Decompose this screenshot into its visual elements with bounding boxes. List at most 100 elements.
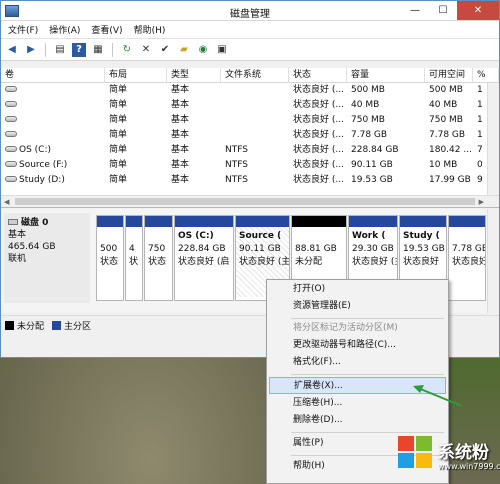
cell-free-space: 40 MB <box>429 100 458 110</box>
cell-status: 状态良好 (... <box>293 160 344 170</box>
forward-icon[interactable]: ▶ <box>24 43 38 57</box>
cell-capacity: 228.84 GB <box>351 145 399 155</box>
maximize-button[interactable]: ☐ <box>429 1 457 20</box>
partition-block[interactable]: 7.78 GB 状态良好 <box>448 215 486 301</box>
scroll-left-icon[interactable]: ◀ <box>4 198 9 206</box>
table-row[interactable]: 简单 基本 状态良好 (... 40 MB 40 MB 1 <box>1 98 499 113</box>
cell-capacity: 7.78 GB <box>351 130 388 140</box>
properties-icon[interactable]: ▦ <box>91 43 105 57</box>
toolbar-separator <box>112 42 113 57</box>
cell-free-space: 180.42 ... <box>429 145 472 155</box>
cell-status: 状态良好 (... <box>293 85 344 95</box>
cell-filesystem <box>221 113 289 128</box>
volume-list-header: 卷 布局 类型 文件系统 状态 容量 可用空间 % <box>1 68 499 83</box>
column-header-status[interactable]: 状态 <box>289 68 347 82</box>
partition-status: 状态良好 (启 <box>178 257 230 267</box>
table-row[interactable]: 简单 基本 状态良好 (... 500 MB 500 MB 1 <box>1 83 499 98</box>
toolbar-separator <box>45 42 46 57</box>
search-disk-icon[interactable]: ◉ <box>196 43 210 57</box>
menu-item-format[interactable]: 格式化(F)... <box>269 354 446 371</box>
checkmark-icon[interactable]: ✔ <box>158 43 172 57</box>
menu-item-delete-volume[interactable]: 删除卷(D)... <box>269 412 446 429</box>
column-header-capacity[interactable]: 容量 <box>347 68 425 82</box>
help-icon[interactable]: ? <box>72 42 86 57</box>
partition-status: 状态良好 (主 <box>239 257 290 267</box>
disk-size: 465.64 GB <box>8 242 56 252</box>
cell-status: 状态良好 (... <box>293 100 344 110</box>
partition-status: 状态 <box>100 257 119 267</box>
disk-0-info[interactable]: 磁盘 0 基本 465.64 GB 联机 <box>4 213 90 303</box>
minimize-button[interactable]: — <box>401 1 429 20</box>
partition-block[interactable]: 4状 <box>125 215 143 301</box>
partition-block[interactable]: 750 状态 <box>144 215 173 301</box>
partition-status: 状态良好 <box>403 257 440 267</box>
disk-name: 磁盘 0 <box>21 218 49 228</box>
refresh-icon[interactable]: ↻ <box>120 43 134 57</box>
partition-size: 88.81 GB <box>295 244 337 254</box>
table-row[interactable]: Source (F:) 简单 基本 NTFS 状态良好 (... 90.11 G… <box>1 158 499 173</box>
volume-icon <box>5 101 17 107</box>
cell-free-space: 750 MB <box>429 115 463 125</box>
cell-filesystem: NTFS <box>225 160 248 170</box>
column-header-type[interactable]: 类型 <box>167 68 221 82</box>
partition-block[interactable]: OS (C:) 228.84 GB 状态良好 (启 <box>174 215 234 301</box>
partition-size: 29.30 GB <box>352 244 394 254</box>
table-row[interactable]: Study (D:) 简单 基本 NTFS 状态良好 (... 19.53 GB… <box>1 173 499 188</box>
close-button[interactable]: ✕ <box>457 1 499 20</box>
partition-label: OS (C:) <box>178 231 214 241</box>
annotation-arrow-icon <box>413 385 463 407</box>
partition-bar <box>400 216 446 227</box>
partition-size: 500 <box>100 244 118 254</box>
cell-type: 基本 <box>171 145 190 155</box>
partition-size: 19.53 GB <box>403 244 445 254</box>
menu-view[interactable]: 查看(V) <box>88 23 130 36</box>
partition-block[interactable]: 500 状态 <box>96 215 124 301</box>
back-icon[interactable]: ◀ <box>5 43 19 57</box>
menu-separator <box>291 374 444 375</box>
volume-list-vertical-scrollbar[interactable] <box>487 83 499 195</box>
menu-item-open[interactable]: 打开(O) <box>269 281 446 298</box>
menu-file[interactable]: 文件(F) <box>5 23 46 36</box>
cell-layout: 简单 <box>109 85 128 95</box>
column-header-volume[interactable]: 卷 <box>1 68 105 82</box>
cell-filesystem: NTFS <box>225 145 248 155</box>
menu-bar: 文件(F) 操作(A) 查看(V) 帮助(H) <box>1 21 499 39</box>
partition-bar <box>449 216 485 227</box>
column-header-percent-free[interactable]: % <box>473 68 499 82</box>
cell-volume: Study (D:) <box>19 175 65 185</box>
disk-map-vertical-scrollbar[interactable] <box>487 209 499 313</box>
scroll-right-icon[interactable]: ▶ <box>479 198 484 206</box>
console-tree-icon[interactable]: ▤ <box>53 43 67 57</box>
table-row[interactable]: 简单 基本 状态良好 (... 750 MB 750 MB 1 <box>1 113 499 128</box>
disk-status: 联机 <box>8 254 27 264</box>
cell-status: 状态良好 (... <box>293 145 344 155</box>
scrollbar-thumb[interactable] <box>15 198 475 205</box>
legend-unallocated: 未分配 <box>5 319 44 332</box>
table-row[interactable]: OS (C:) 简单 基本 NTFS 状态良好 (... 228.84 GB 1… <box>1 143 499 158</box>
cell-capacity: 750 MB <box>351 115 385 125</box>
menu-help[interactable]: 帮助(H) <box>131 23 174 36</box>
disk-type: 基本 <box>8 230 27 240</box>
table-row[interactable]: 简单 基本 状态良好 (... 7.78 GB 7.78 GB 1 <box>1 128 499 143</box>
cell-capacity: 19.53 GB <box>351 175 393 185</box>
title-bar[interactable]: 磁盘管理 — ☐ ✕ <box>1 1 499 21</box>
delete-icon[interactable]: ✕ <box>139 43 153 57</box>
cell-capacity: 90.11 GB <box>351 160 393 170</box>
menu-action[interactable]: 操作(A) <box>46 23 88 36</box>
cell-status: 状态良好 (... <box>293 175 344 185</box>
watermark-logo: 系统粉 www.win7999.com <box>398 432 500 482</box>
legend-swatch <box>52 321 62 330</box>
menu-item-change-drive-letter[interactable]: 更改驱动器号和路径(C)... <box>269 337 446 354</box>
view-icon[interactable]: ▣ <box>215 43 229 57</box>
partition-bar <box>236 216 289 227</box>
column-header-layout[interactable]: 布局 <box>105 68 167 82</box>
partition-bar <box>145 216 172 227</box>
partition-status: 状态 <box>148 257 167 267</box>
menu-item-explorer[interactable]: 资源管理器(E) <box>269 298 446 315</box>
column-header-free-space[interactable]: 可用空间 <box>425 68 473 82</box>
column-header-filesystem[interactable]: 文件系统 <box>221 68 289 82</box>
open-folder-icon[interactable]: ▰ <box>177 43 191 57</box>
cell-volume: Source (F:) <box>19 160 68 170</box>
volume-list-horizontal-scrollbar[interactable]: ◀ ▶ <box>1 195 499 207</box>
partition-bar <box>126 216 142 227</box>
